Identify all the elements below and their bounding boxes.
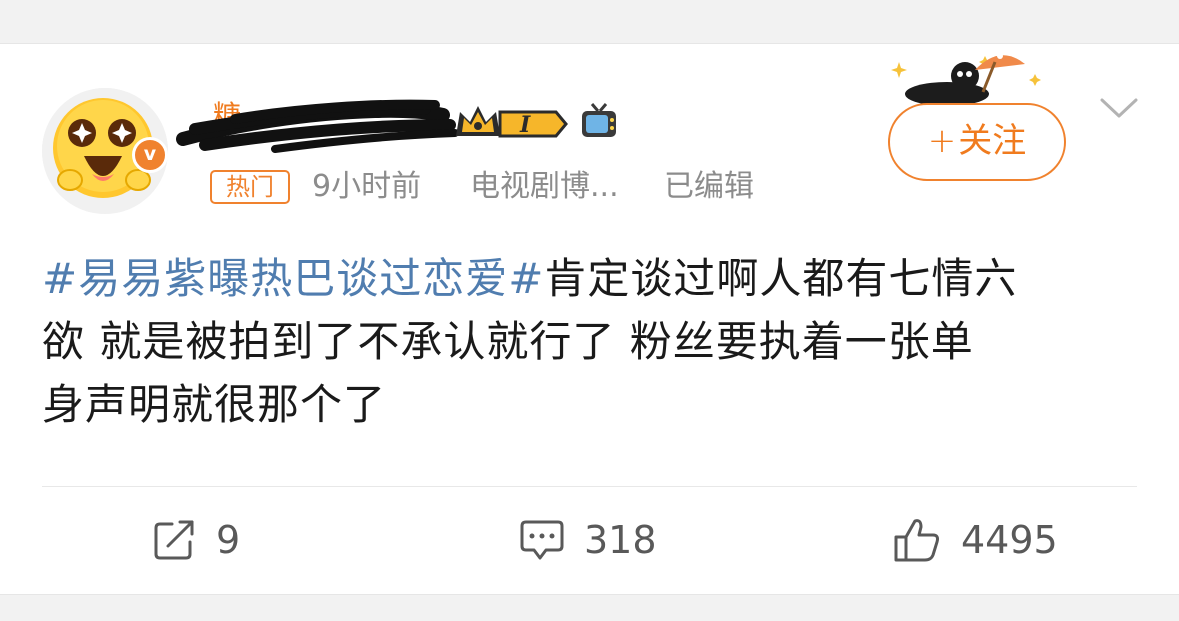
redaction-scribble: 糖 bbox=[176, 99, 459, 153]
mascot-decoration-icon bbox=[891, 53, 1041, 106]
bottom-separator bbox=[0, 594, 1179, 595]
hot-badge: 热门 bbox=[210, 170, 290, 204]
tv-badge[interactable] bbox=[578, 100, 620, 146]
plus-icon: + bbox=[927, 121, 957, 161]
post-time: 9小时前 bbox=[312, 169, 422, 204]
post-line-1: #易易紫曝热巴谈过恋爱#肯定谈过啊人都有七情六 bbox=[42, 254, 1018, 303]
repost-icon bbox=[154, 520, 194, 560]
post-source[interactable]: 电视剧博... bbox=[470, 168, 619, 206]
like-button[interactable]: 4495 bbox=[893, 512, 1058, 568]
follow-button[interactable]: +关注 bbox=[888, 103, 1066, 181]
svg-text:I: I bbox=[519, 112, 531, 138]
edited-label: 已编辑 bbox=[664, 169, 754, 204]
action-divider bbox=[42, 486, 1137, 487]
post-line-2: 欲 就是被拍到了不承认就行了 粉丝要执着一张单 bbox=[42, 317, 974, 366]
tv-icon bbox=[582, 103, 616, 137]
repost-button[interactable]: 9 bbox=[152, 512, 240, 568]
more-options[interactable] bbox=[1098, 96, 1140, 126]
follow-label: 关注 bbox=[958, 121, 1027, 161]
post-line-3: 身声明就很那个了 bbox=[42, 380, 387, 429]
chevron-down-icon bbox=[1100, 98, 1138, 118]
like-count: 4495 bbox=[961, 518, 1058, 562]
hashtag-link[interactable]: #易易紫曝热巴谈过恋爱# bbox=[42, 254, 544, 303]
like-icon bbox=[894, 519, 939, 562]
comment-icon bbox=[520, 520, 564, 560]
comment-button[interactable]: 318 bbox=[520, 512, 657, 568]
comment-count: 318 bbox=[584, 518, 657, 562]
repost-count: 9 bbox=[216, 518, 241, 562]
username-redacted[interactable]: 糖 bbox=[175, 95, 460, 153]
post-body: #易易紫曝热巴谈过恋爱#肯定谈过啊人都有七情六 欲 就是被拍到了不承认就行了 粉… bbox=[42, 247, 1142, 436]
verified-badge: v bbox=[132, 137, 168, 173]
